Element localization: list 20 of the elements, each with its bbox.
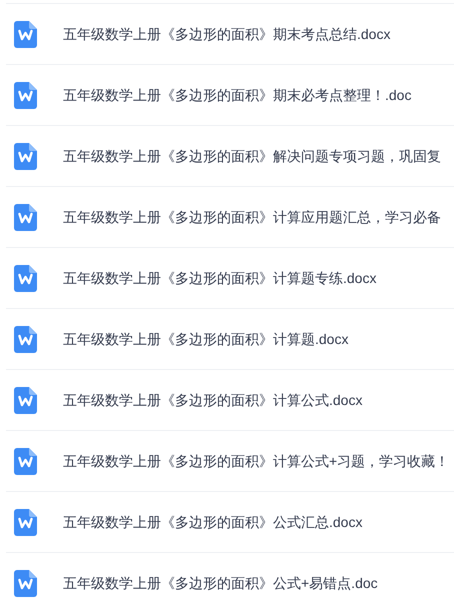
document-icon [14, 142, 37, 170]
document-icon [14, 264, 37, 292]
document-icon [14, 386, 37, 414]
file-name[interactable]: 五年级数学上册《多边形的面积》计算题专练.docx [63, 268, 376, 288]
document-icon [14, 326, 37, 352]
file-name[interactable]: 五年级数学上册《多边形的面积》期末必考点整理！.doc [63, 84, 412, 106]
file-name[interactable]: 五年级数学上册《多边形的面积》计算公式+习题，学习收藏！ [63, 450, 450, 472]
document-icon [14, 20, 37, 48]
file-name[interactable]: 五年级数学上册《多边形的面积》计算应用题汇总，学习必备 [63, 206, 441, 228]
file-name[interactable]: 五年级数学上册《多边形的面积》公式汇总.docx [63, 512, 362, 532]
file-name[interactable]: 五年级数学上册《多边形的面积》计算公式.docx [63, 390, 362, 410]
document-icon [14, 570, 37, 596]
document-icon [14, 508, 37, 536]
file-name[interactable]: 五年级数学上册《多边形的面积》公式+易错点.doc [63, 572, 378, 594]
file-name[interactable]: 五年级数学上册《多边形的面积》计算题.docx [63, 328, 348, 350]
document-icon [14, 82, 37, 108]
document-icon [14, 204, 37, 230]
document-icon [14, 448, 37, 474]
file-name[interactable]: 五年级数学上册《多边形的面积》解决问题专项习题，巩固复 [63, 146, 441, 166]
file-name[interactable]: 五年级数学上册《多边形的面积》期末考点总结.docx [63, 24, 390, 44]
